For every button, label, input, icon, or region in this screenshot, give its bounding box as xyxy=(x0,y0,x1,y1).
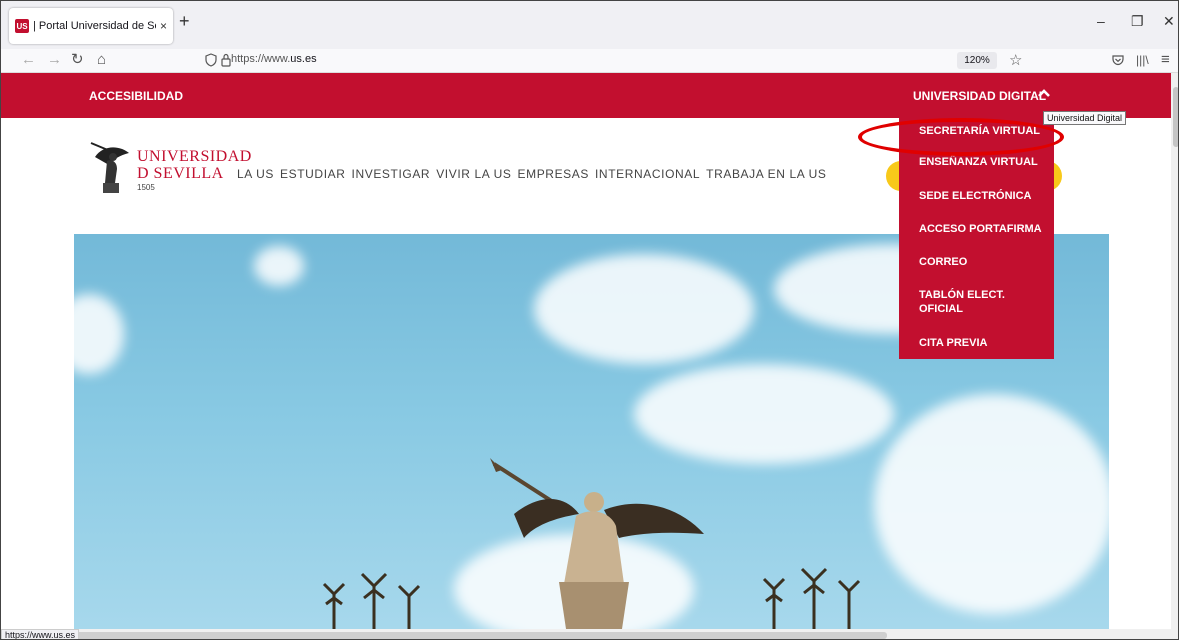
browser-tab[interactable]: US | Portal Universidad de Sevilla × xyxy=(9,8,173,44)
navigation-toolbar: ← → ↻ ⌂ https://www.us.es 120% ☆ |||\ ≡ xyxy=(1,49,1178,73)
menu-item-tablon-elect[interactable]: TABLÓN ELECT. xyxy=(919,289,1005,302)
top-red-bar: ACCESIBILIDAD UNIVERSIDAD DIGITAL xyxy=(1,73,1171,118)
url-text[interactable]: https://www.us.es xyxy=(231,53,317,65)
chevron-up-icon[interactable] xyxy=(1037,86,1051,100)
horizontal-scroll-thumb[interactable] xyxy=(63,632,887,639)
logo-text-universidad: UNIVERSIDAD xyxy=(137,148,252,165)
accessibility-link[interactable]: ACCESIBILIDAD xyxy=(89,89,183,103)
minimize-icon[interactable]: – xyxy=(1097,13,1105,29)
vertical-scrollbar[interactable] xyxy=(1171,73,1178,629)
vertical-scroll-thumb[interactable] xyxy=(1173,87,1178,147)
forward-icon[interactable]: → xyxy=(47,51,62,69)
star-icon[interactable]: ☆ xyxy=(1009,51,1022,69)
main-navigation: LA US ESTUDIAR INVESTIGAR VIVIR LA US EM… xyxy=(237,167,826,181)
tab-strip: US | Portal Universidad de Sevilla × + –… xyxy=(1,1,1178,49)
university-logo[interactable]: UNIVERSIDAD D SEVILLA 1505 xyxy=(89,133,251,203)
us-favicon-icon: US xyxy=(15,19,29,33)
restore-icon[interactable]: ❐ xyxy=(1131,13,1144,30)
angel-emblem-icon xyxy=(90,142,129,193)
back-icon[interactable]: ← xyxy=(21,51,36,69)
lock-icon[interactable] xyxy=(221,53,231,67)
nav-item-la-us[interactable]: LA US xyxy=(237,167,274,181)
nav-item-estudiar[interactable]: ESTUDIAR xyxy=(280,167,345,181)
pocket-icon[interactable] xyxy=(1112,54,1124,66)
zoom-level[interactable]: 120% xyxy=(957,52,997,69)
menu-item-sede-electronica[interactable]: SEDE ELECTRÓNICA xyxy=(919,190,1031,203)
address-bar[interactable]: https://www.us.es 120% ☆ xyxy=(201,50,1041,71)
nav-item-investigar[interactable]: INVESTIGAR xyxy=(352,167,431,181)
shield-icon[interactable] xyxy=(205,53,217,67)
menu-item-acceso-portafirma[interactable]: ACCESO PORTAFIRMA xyxy=(919,223,1042,236)
browser-window: US | Portal Universidad de Sevilla × + –… xyxy=(0,0,1179,640)
menu-item-oficial[interactable]: OFICIAL xyxy=(919,303,963,316)
menu-item-ensenanza-virtual[interactable]: ENSEÑANZA VIRTUAL xyxy=(919,156,1038,169)
menu-item-cita-previa[interactable]: CITA PREVIA xyxy=(919,337,987,350)
reload-icon[interactable]: ↻ xyxy=(71,51,84,69)
close-window-icon[interactable]: ✕ xyxy=(1163,13,1175,30)
highlight-circle xyxy=(858,118,1064,156)
page-viewport: ACCESIBILIDAD UNIVERSIDAD DIGITAL UNIVER… xyxy=(1,73,1171,629)
universidad-digital-link[interactable]: UNIVERSIDAD DIGITAL xyxy=(913,89,1046,103)
logo-year: 1505 xyxy=(137,183,155,192)
menu-item-correo[interactable]: CORREO xyxy=(919,256,967,269)
ornament-right-icon xyxy=(762,567,861,629)
tab-title: | Portal Universidad de Sevilla xyxy=(33,20,156,32)
menu-icon[interactable]: ≡ xyxy=(1161,51,1170,69)
new-tab-button[interactable]: + xyxy=(179,11,190,32)
tooltip: Universidad Digital xyxy=(1043,111,1127,125)
ornament-left-icon xyxy=(322,572,421,629)
library-icon[interactable]: |||\ xyxy=(1136,51,1149,69)
status-url: https://www.us.es xyxy=(1,629,80,639)
angel-statue-icon xyxy=(490,458,704,629)
nav-item-vivir-la-us[interactable]: VIVIR LA US xyxy=(436,167,511,181)
nav-item-empresas[interactable]: EMPRESAS xyxy=(518,167,590,181)
nav-item-internacional[interactable]: INTERNACIONAL xyxy=(595,167,700,181)
nav-item-trabaja-en-la-us[interactable]: TRABAJA EN LA US xyxy=(706,167,826,181)
logo-text-sevilla: D SEVILLA xyxy=(137,165,224,182)
home-icon[interactable]: ⌂ xyxy=(97,51,106,69)
tab-close-icon[interactable]: × xyxy=(160,19,167,33)
